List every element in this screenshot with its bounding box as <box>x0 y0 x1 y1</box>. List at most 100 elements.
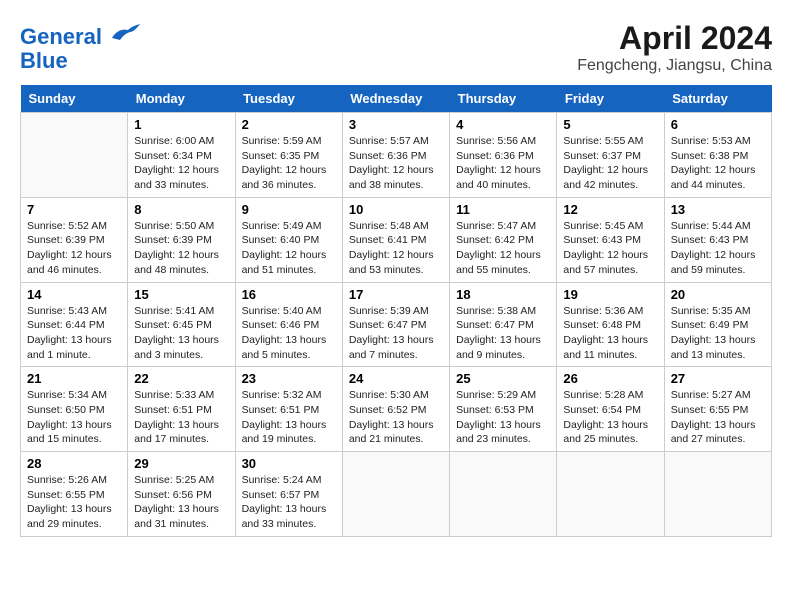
day-info: Sunrise: 5:43 AMSunset: 6:44 PMDaylight:… <box>27 304 121 363</box>
day-info: Sunrise: 5:39 AMSunset: 6:47 PMDaylight:… <box>349 304 443 363</box>
day-number: 19 <box>563 287 657 302</box>
calendar-cell: 11Sunrise: 5:47 AMSunset: 6:42 PMDayligh… <box>450 197 557 282</box>
day-info: Sunrise: 5:47 AMSunset: 6:42 PMDaylight:… <box>456 219 550 278</box>
day-number: 16 <box>242 287 336 302</box>
day-number: 18 <box>456 287 550 302</box>
calendar-cell: 18Sunrise: 5:38 AMSunset: 6:47 PMDayligh… <box>450 282 557 367</box>
day-number: 8 <box>134 202 228 217</box>
day-number: 9 <box>242 202 336 217</box>
calendar-cell <box>450 452 557 537</box>
day-info: Sunrise: 5:59 AMSunset: 6:35 PMDaylight:… <box>242 134 336 193</box>
logo-general: General <box>20 24 102 49</box>
day-info: Sunrise: 5:33 AMSunset: 6:51 PMDaylight:… <box>134 388 228 447</box>
calendar-cell: 20 Sunrise: 5:35 AMSunset: 6:49 PMDayligh… <box>664 282 771 367</box>
calendar-cell: 5 Sunrise: 5:55 AMSunset: 6:37 PMDaylight… <box>557 113 664 198</box>
day-info: Sunrise: 6:00 AMSunset: 6:34 PMDaylight:… <box>134 134 228 193</box>
day-info: Sunrise: 5:28 AMSunset: 6:54 PMDaylight:… <box>563 388 657 447</box>
day-info: Sunrise: 5:29 AMSunset: 6:53 PMDaylight:… <box>456 388 550 447</box>
header: General Blue April 2024 Fengcheng, Jiang… <box>20 20 772 75</box>
day-info: Sunrise: 5:48 AMSunset: 6:41 PMDaylight:… <box>349 219 443 278</box>
calendar-subtitle: Fengcheng, Jiangsu, China <box>577 57 772 75</box>
calendar-cell: 16 Sunrise: 5:40 AMSunset: 6:46 PMDayligh… <box>235 282 342 367</box>
day-info: Sunrise: 5:30 AMSunset: 6:52 PMDaylight:… <box>349 388 443 447</box>
calendar-cell: 8 Sunrise: 5:50 AMSunset: 6:39 PMDaylight… <box>128 197 235 282</box>
calendar-cell: 22 Sunrise: 5:33 AMSunset: 6:51 PMDayligh… <box>128 367 235 452</box>
day-info: Sunrise: 5:45 AMSunset: 6:43 PMDaylight:… <box>563 219 657 278</box>
calendar-cell: 6 Sunrise: 5:53 AMSunset: 6:38 PMDaylight… <box>664 113 771 198</box>
calendar-cell: 4 Sunrise: 5:56 AMSunset: 6:36 PMDaylight… <box>450 113 557 198</box>
calendar-table: SundayMondayTuesdayWednesdayThursdayFrid… <box>20 85 772 537</box>
weekday-tuesday: Tuesday <box>235 85 342 113</box>
day-number: 3 <box>349 117 443 132</box>
calendar-cell <box>342 452 449 537</box>
day-number: 27 <box>671 371 765 386</box>
day-number: 4 <box>456 117 550 132</box>
calendar-cell: 26Sunrise: 5:28 AMSunset: 6:54 PMDayligh… <box>557 367 664 452</box>
day-number: 29 <box>134 456 228 471</box>
calendar-cell: 15 Sunrise: 5:41 AMSunset: 6:45 PMDayligh… <box>128 282 235 367</box>
calendar-cell: 25 Sunrise: 5:29 AMSunset: 6:53 PMDayligh… <box>450 367 557 452</box>
day-number: 5 <box>563 117 657 132</box>
day-number: 13 <box>671 202 765 217</box>
day-number: 25 <box>456 371 550 386</box>
weekday-wednesday: Wednesday <box>342 85 449 113</box>
calendar-week-2: 7 Sunrise: 5:52 AMSunset: 6:39 PMDaylight… <box>21 197 772 282</box>
day-info: Sunrise: 5:50 AMSunset: 6:39 PMDaylight:… <box>134 219 228 278</box>
calendar-week-4: 21 Sunrise: 5:34 AMSunset: 6:50 PMDayligh… <box>21 367 772 452</box>
weekday-monday: Monday <box>128 85 235 113</box>
day-number: 23 <box>242 371 336 386</box>
calendar-week-3: 14 Sunrise: 5:43 AMSunset: 6:44 PMDayligh… <box>21 282 772 367</box>
day-info: Sunrise: 5:55 AMSunset: 6:37 PMDaylight:… <box>563 134 657 193</box>
calendar-cell <box>21 113 128 198</box>
weekday-saturday: Saturday <box>664 85 771 113</box>
calendar-cell: 14 Sunrise: 5:43 AMSunset: 6:44 PMDayligh… <box>21 282 128 367</box>
day-number: 28 <box>27 456 121 471</box>
day-info: Sunrise: 5:26 AMSunset: 6:55 PMDaylight:… <box>27 473 121 532</box>
weekday-thursday: Thursday <box>450 85 557 113</box>
calendar-cell: 19Sunrise: 5:36 AMSunset: 6:48 PMDayligh… <box>557 282 664 367</box>
day-info: Sunrise: 5:53 AMSunset: 6:38 PMDaylight:… <box>671 134 765 193</box>
calendar-body: 1 Sunrise: 6:00 AMSunset: 6:34 PMDaylight… <box>21 113 772 537</box>
calendar-cell: 29Sunrise: 5:25 AMSunset: 6:56 PMDayligh… <box>128 452 235 537</box>
logo-blue: Blue <box>20 48 68 73</box>
day-info: Sunrise: 5:35 AMSunset: 6:49 PMDaylight:… <box>671 304 765 363</box>
calendar-cell <box>664 452 771 537</box>
calendar-cell: 10Sunrise: 5:48 AMSunset: 6:41 PMDayligh… <box>342 197 449 282</box>
day-number: 21 <box>27 371 121 386</box>
title-block: April 2024 Fengcheng, Jiangsu, China <box>577 20 772 75</box>
calendar-cell: 2 Sunrise: 5:59 AMSunset: 6:35 PMDaylight… <box>235 113 342 198</box>
logo: General Blue <box>20 20 142 73</box>
calendar-cell: 3Sunrise: 5:57 AMSunset: 6:36 PMDaylight… <box>342 113 449 198</box>
calendar-cell: 12Sunrise: 5:45 AMSunset: 6:43 PMDayligh… <box>557 197 664 282</box>
day-info: Sunrise: 5:52 AMSunset: 6:39 PMDaylight:… <box>27 219 121 278</box>
calendar-cell: 9Sunrise: 5:49 AMSunset: 6:40 PMDaylight… <box>235 197 342 282</box>
day-info: Sunrise: 5:41 AMSunset: 6:45 PMDaylight:… <box>134 304 228 363</box>
day-info: Sunrise: 5:27 AMSunset: 6:55 PMDaylight:… <box>671 388 765 447</box>
day-number: 1 <box>134 117 228 132</box>
calendar-cell: 17Sunrise: 5:39 AMSunset: 6:47 PMDayligh… <box>342 282 449 367</box>
day-number: 6 <box>671 117 765 132</box>
day-number: 15 <box>134 287 228 302</box>
calendar-title: April 2024 <box>577 20 772 57</box>
day-number: 30 <box>242 456 336 471</box>
calendar-cell: 1 Sunrise: 6:00 AMSunset: 6:34 PMDaylight… <box>128 113 235 198</box>
calendar-week-1: 1 Sunrise: 6:00 AMSunset: 6:34 PMDaylight… <box>21 113 772 198</box>
day-number: 2 <box>242 117 336 132</box>
day-info: Sunrise: 5:24 AMSunset: 6:57 PMDaylight:… <box>242 473 336 532</box>
day-number: 22 <box>134 371 228 386</box>
day-info: Sunrise: 5:56 AMSunset: 6:36 PMDaylight:… <box>456 134 550 193</box>
day-number: 24 <box>349 371 443 386</box>
calendar-cell: 27 Sunrise: 5:27 AMSunset: 6:55 PMDayligh… <box>664 367 771 452</box>
day-number: 20 <box>671 287 765 302</box>
weekday-header-row: SundayMondayTuesdayWednesdayThursdayFrid… <box>21 85 772 113</box>
day-number: 14 <box>27 287 121 302</box>
calendar-cell: 23 Sunrise: 5:32 AMSunset: 6:51 PMDayligh… <box>235 367 342 452</box>
day-number: 7 <box>27 202 121 217</box>
day-info: Sunrise: 5:40 AMSunset: 6:46 PMDaylight:… <box>242 304 336 363</box>
calendar-cell: 7 Sunrise: 5:52 AMSunset: 6:39 PMDaylight… <box>21 197 128 282</box>
day-info: Sunrise: 5:32 AMSunset: 6:51 PMDaylight:… <box>242 388 336 447</box>
calendar-week-5: 28 Sunrise: 5:26 AMSunset: 6:55 PMDayligh… <box>21 452 772 537</box>
day-info: Sunrise: 5:34 AMSunset: 6:50 PMDaylight:… <box>27 388 121 447</box>
calendar-cell: 30 Sunrise: 5:24 AMSunset: 6:57 PMDayligh… <box>235 452 342 537</box>
calendar-cell: 28 Sunrise: 5:26 AMSunset: 6:55 PMDayligh… <box>21 452 128 537</box>
